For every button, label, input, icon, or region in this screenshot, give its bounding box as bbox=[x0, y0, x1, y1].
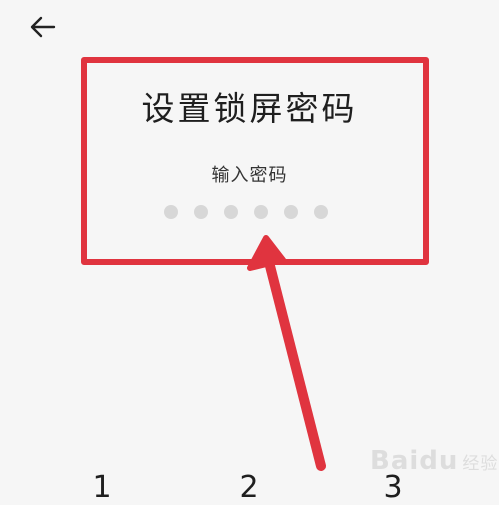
pin-dots bbox=[164, 205, 344, 219]
keypad-key-2[interactable]: 2 bbox=[229, 470, 269, 505]
pin-dot bbox=[194, 205, 208, 219]
watermark-logo: Baidu 经验 bbox=[370, 446, 499, 476]
keypad-key-1[interactable]: 1 bbox=[82, 470, 122, 505]
arrow-left-icon bbox=[30, 16, 56, 38]
back-button[interactable] bbox=[28, 12, 58, 42]
annotation-arrow bbox=[247, 235, 326, 471]
pin-dot bbox=[314, 205, 328, 219]
page-title: 设置锁屏密码 bbox=[141, 89, 358, 128]
pin-dot bbox=[284, 205, 298, 219]
pin-dot bbox=[254, 205, 268, 219]
pin-dot bbox=[164, 205, 178, 219]
password-prompt: 输入密码 bbox=[211, 165, 288, 186]
pin-dot bbox=[224, 205, 238, 219]
